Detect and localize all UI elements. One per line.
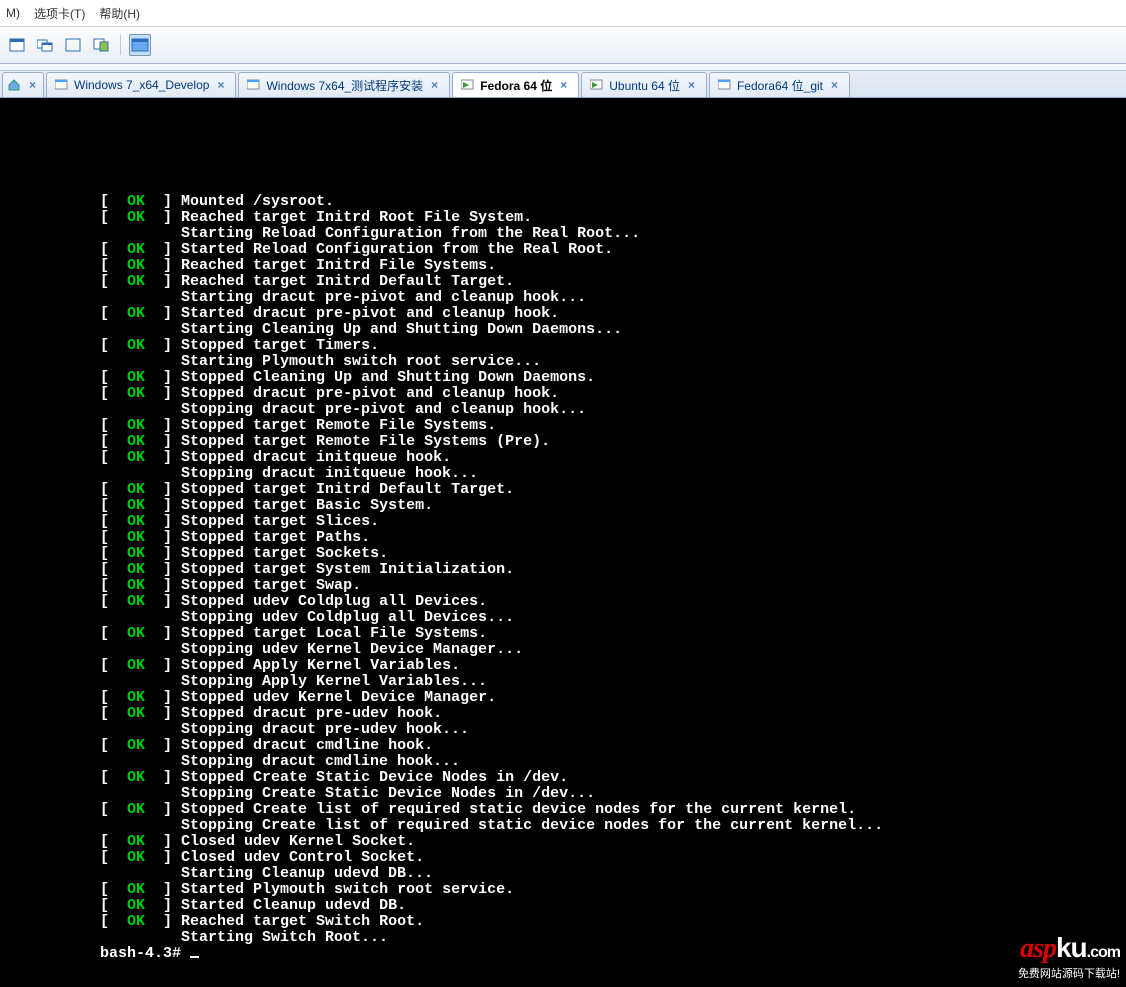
close-icon[interactable]: × bbox=[685, 79, 698, 91]
tab-fedora[interactable]: Fedora 64 位 × bbox=[452, 72, 579, 97]
tab-label: Windows 7_x64_Develop bbox=[74, 78, 209, 92]
toolbar-separator bbox=[120, 35, 121, 55]
tab-label: Fedora 64 位 bbox=[480, 77, 552, 94]
tab-win7-test[interactable]: Windows 7x64_测试程序安装 × bbox=[238, 72, 450, 97]
tab-label: Ubuntu 64 位 bbox=[609, 77, 680, 94]
tab-fedora-git[interactable]: Fedora64 位_git × bbox=[709, 72, 850, 97]
tab-label: Fedora64 位_git bbox=[737, 77, 823, 94]
terminal-output: [ OK ] Mounted /sysroot. [ OK ] Reached … bbox=[0, 98, 1126, 962]
close-icon[interactable]: × bbox=[828, 79, 841, 91]
close-icon[interactable]: × bbox=[26, 79, 39, 91]
vm-icon bbox=[247, 79, 261, 91]
close-icon[interactable]: × bbox=[428, 79, 441, 91]
vm-running-icon bbox=[590, 79, 604, 91]
tab-label: Windows 7x64_测试程序安装 bbox=[266, 77, 423, 94]
tab-home[interactable]: × bbox=[2, 72, 44, 97]
toolbar-spacer bbox=[0, 64, 1126, 71]
tabstrip: × Windows 7_x64_Develop × Windows 7x64_测… bbox=[0, 71, 1126, 98]
fullscreen-button[interactable] bbox=[62, 34, 84, 56]
unity-button[interactable] bbox=[90, 34, 112, 56]
close-icon[interactable]: × bbox=[214, 79, 227, 91]
vm-running-icon bbox=[461, 79, 475, 91]
menu-tabs[interactable]: 选项卡(T) bbox=[34, 5, 85, 22]
console-view-button[interactable] bbox=[129, 34, 151, 56]
toolbar bbox=[0, 27, 1126, 64]
vm-console[interactable]: [ OK ] Mounted /sysroot. [ OK ] Reached … bbox=[0, 98, 1126, 987]
vm-icon bbox=[55, 79, 69, 91]
multi-window-button[interactable] bbox=[34, 34, 56, 56]
vm-icon bbox=[718, 79, 732, 91]
menubar: M) 选项卡(T) 帮助(H) bbox=[0, 0, 1126, 27]
tab-win7-develop[interactable]: Windows 7_x64_Develop × bbox=[46, 72, 236, 97]
tab-ubuntu[interactable]: Ubuntu 64 位 × bbox=[581, 72, 707, 97]
snapshot-button[interactable] bbox=[6, 34, 28, 56]
home-icon bbox=[7, 78, 21, 92]
menu-m[interactable]: M) bbox=[6, 6, 20, 20]
menu-help[interactable]: 帮助(H) bbox=[99, 5, 140, 22]
close-icon[interactable]: × bbox=[557, 79, 570, 91]
